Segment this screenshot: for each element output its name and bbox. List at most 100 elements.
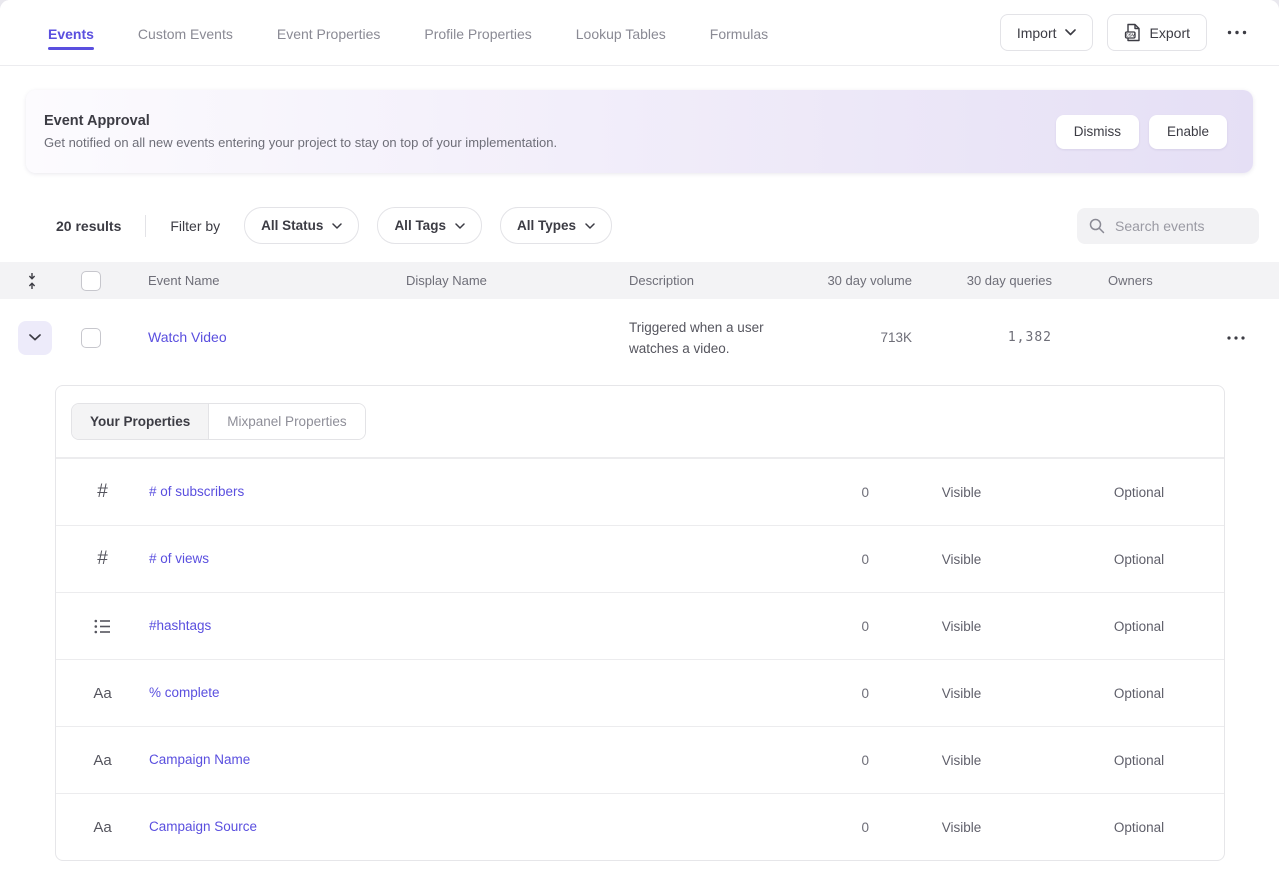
property-visibility: Visible [869,619,1054,634]
row-more-menu-button[interactable] [1221,332,1251,344]
nav-tabs: Events Custom Events Event Properties Pr… [48,3,1000,62]
property-name-link[interactable]: Campaign Source [149,819,257,834]
property-name-link[interactable]: # of views [149,551,209,566]
property-visibility: Visible [869,552,1054,567]
types-filter-dropdown[interactable]: All Types [500,207,612,244]
status-filter-dropdown[interactable]: All Status [244,207,359,244]
banner-title: Event Approval [44,113,1056,129]
property-visibility: Visible [869,485,1054,500]
property-requirement: Optional [1054,485,1224,500]
divider [145,215,146,237]
property-queries: 0 [759,619,869,634]
property-name-link[interactable]: % complete [149,685,220,700]
collapse-row-button[interactable] [18,321,52,355]
property-requirement: Optional [1054,753,1224,768]
event-volume: 713K [812,330,920,345]
property-row: # # of views 0 Visible Optional [56,525,1224,592]
property-queries: 0 [759,820,869,835]
svg-text:CSV: CSV [1125,33,1135,38]
chevron-down-icon [585,223,595,229]
results-count: 20 results [56,218,121,234]
property-queries: 0 [759,552,869,567]
tab-formulas[interactable]: Formulas [710,3,768,62]
table-header: Event Name Display Name Description 30 d… [0,262,1279,299]
property-row: Aa Campaign Name 0 Visible Optional [56,726,1224,793]
tab-your-properties[interactable]: Your Properties [72,404,209,439]
tab-custom-events[interactable]: Custom Events [138,3,233,62]
page: Events Custom Events Event Properties Pr… [0,0,1279,884]
import-button-label: Import [1017,25,1057,41]
dismiss-button[interactable]: Dismiss [1056,115,1139,149]
property-row: Aa % complete 0 Visible Optional [56,659,1224,726]
numeric-type-icon: # [56,481,149,503]
numeric-type-icon: # [56,548,149,570]
text-type-icon: Aa [56,685,149,702]
property-name-link[interactable]: # of subscribers [149,484,244,499]
tab-profile-properties[interactable]: Profile Properties [424,3,531,62]
property-requirement: Optional [1054,619,1224,634]
search-box[interactable] [1077,208,1259,244]
property-row: #hashtags 0 Visible Optional [56,592,1224,659]
property-row: Aa Campaign Source 0 Visible Optional [56,793,1224,860]
list-type-icon [56,619,149,634]
property-requirement: Optional [1054,552,1224,567]
event-name-link[interactable]: Watch Video [148,329,227,345]
export-button-label: Export [1150,25,1190,41]
chevron-down-icon [1065,29,1076,36]
column-header-description[interactable]: Description [629,273,812,288]
tab-events[interactable]: Events [48,3,94,62]
property-queries: 0 [759,485,869,500]
event-description: Triggered when a user watches a video. [629,303,809,373]
column-header-display-name[interactable]: Display Name [406,273,629,288]
nav-actions: Import CSV Export [1000,14,1253,51]
property-visibility: Visible [869,820,1054,835]
properties-panel: Your Properties Mixpanel Properties # # … [55,385,1225,861]
banner-text: Event Approval Get notified on all new e… [44,113,1056,150]
chevron-down-icon [332,223,342,229]
property-requirement: Optional [1054,686,1224,701]
property-name-link[interactable]: Campaign Name [149,752,250,767]
search-input[interactable] [1115,218,1245,234]
tags-filter-label: All Tags [394,218,446,233]
search-icon [1089,218,1105,234]
property-row: # # of subscribers 0 Visible Optional [56,458,1224,525]
property-visibility: Visible [869,753,1054,768]
enable-button[interactable]: Enable [1149,115,1227,149]
table-row: Watch Video Triggered when a user watche… [0,299,1279,376]
tab-event-properties[interactable]: Event Properties [277,3,381,62]
import-button[interactable]: Import [1000,14,1093,51]
ellipsis-icon [1227,336,1245,340]
properties-tabs-bar: Your Properties Mixpanel Properties [56,386,1224,458]
column-header-owners[interactable]: Owners [1060,273,1218,288]
property-queries: 0 [759,753,869,768]
tags-filter-dropdown[interactable]: All Tags [377,207,482,244]
tab-lookup-tables[interactable]: Lookup Tables [576,3,666,62]
chevron-down-icon [29,334,41,341]
top-navigation: Events Custom Events Event Properties Pr… [0,0,1279,66]
properties-tab-group: Your Properties Mixpanel Properties [71,403,366,440]
filter-by-label: Filter by [170,218,220,234]
property-visibility: Visible [869,686,1054,701]
banner-subtitle: Get notified on all new events entering … [44,135,1056,150]
export-button[interactable]: CSV Export [1107,14,1207,51]
select-all-checkbox[interactable] [81,271,101,291]
more-menu-button[interactable] [1221,26,1253,39]
column-header-event-name[interactable]: Event Name [148,273,406,288]
text-type-icon: Aa [56,752,149,769]
tab-mixpanel-properties[interactable]: Mixpanel Properties [209,404,364,439]
property-queries: 0 [759,686,869,701]
row-checkbox[interactable] [81,328,101,348]
status-filter-label: All Status [261,218,323,233]
types-filter-label: All Types [517,218,576,233]
event-approval-banner: Event Approval Get notified on all new e… [26,90,1253,173]
property-requirement: Optional [1054,820,1224,835]
text-type-icon: Aa [56,819,149,836]
filter-bar: 20 results Filter by All Status All Tags… [56,207,1259,244]
event-queries: 1,382 [920,330,1060,345]
csv-file-icon: CSV [1124,23,1142,42]
column-header-queries[interactable]: 30 day queries [920,273,1060,288]
column-header-volume[interactable]: 30 day volume [812,273,920,288]
property-name-link[interactable]: #hashtags [149,618,211,633]
ellipsis-icon [1227,30,1247,35]
collapse-all-icon[interactable] [0,272,64,290]
